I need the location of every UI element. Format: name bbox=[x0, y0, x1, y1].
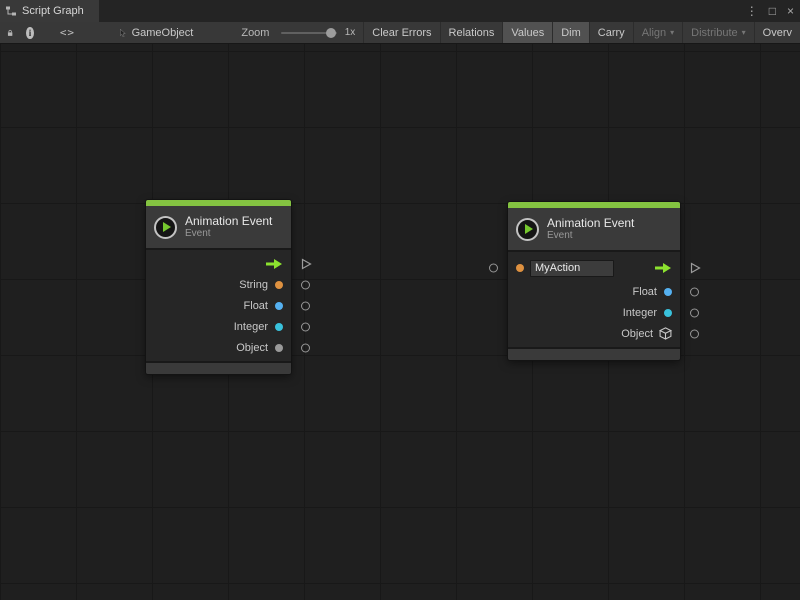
align-button[interactable]: Align ▾ bbox=[633, 22, 682, 44]
relations-button[interactable]: Relations bbox=[440, 22, 503, 44]
integer-output-port[interactable] bbox=[690, 308, 699, 317]
node-footer bbox=[508, 349, 680, 360]
integer-type-dot bbox=[275, 323, 283, 331]
port-label: Integer bbox=[623, 307, 657, 319]
zoom-slider-knob[interactable] bbox=[326, 28, 336, 38]
flow-port-triangle-icon bbox=[690, 262, 701, 274]
gameobject-reference[interactable]: GameObject bbox=[132, 27, 194, 39]
flow-arrow-icon bbox=[654, 262, 672, 274]
button-label: Values bbox=[511, 27, 544, 39]
play-triangle bbox=[163, 222, 171, 232]
node-animation-event-1[interactable]: Animation Event Event String bbox=[146, 200, 291, 374]
node-subtitle: Event bbox=[547, 230, 634, 242]
node-footer bbox=[146, 363, 291, 374]
output-row-object: Object bbox=[508, 323, 680, 344]
window-controls: ⋮ □ × bbox=[746, 0, 794, 22]
values-button[interactable]: Values bbox=[502, 22, 552, 44]
integer-type-dot bbox=[664, 309, 672, 317]
play-triangle bbox=[525, 224, 533, 234]
script-graph-icon bbox=[5, 5, 17, 17]
zoom-value: 1x bbox=[345, 27, 356, 38]
node-title: Animation Event bbox=[185, 214, 272, 228]
button-label: Carry bbox=[598, 27, 625, 39]
port-label: Object bbox=[236, 342, 268, 354]
string-output-port[interactable] bbox=[301, 280, 310, 289]
button-label: Dim bbox=[561, 27, 581, 39]
flow-port-triangle-icon bbox=[301, 258, 312, 270]
distribute-button[interactable]: Distribute ▾ bbox=[682, 22, 753, 44]
window-titlebar: Script Graph ⋮ □ × bbox=[0, 0, 800, 22]
node-titles: Animation Event Event bbox=[185, 214, 272, 240]
event-play-icon bbox=[516, 218, 539, 241]
flow-output-port[interactable] bbox=[690, 262, 701, 274]
graph-canvas[interactable]: Animation Event Event String bbox=[0, 44, 800, 600]
float-type-dot bbox=[275, 302, 283, 310]
kebab-menu-icon[interactable]: ⋮ bbox=[746, 0, 758, 22]
zoom-label: Zoom bbox=[241, 27, 269, 39]
tab-title: Script Graph bbox=[22, 5, 84, 17]
event-play-icon bbox=[154, 216, 177, 239]
node-subtitle: Event bbox=[185, 228, 272, 240]
action-name-input[interactable] bbox=[530, 260, 614, 277]
chevron-down-icon: ▾ bbox=[670, 28, 674, 37]
button-label: Overv bbox=[763, 27, 792, 39]
float-type-dot bbox=[664, 288, 672, 296]
info-icon[interactable]: i bbox=[26, 27, 34, 39]
lock-icon[interactable] bbox=[7, 27, 13, 39]
port-label: Float bbox=[244, 300, 268, 312]
carry-button[interactable]: Carry bbox=[589, 22, 633, 44]
node-header: Animation Event Event bbox=[508, 208, 680, 250]
zoom-slider[interactable] bbox=[281, 32, 336, 34]
output-row-float: Float bbox=[508, 281, 680, 302]
object-output-port[interactable] bbox=[301, 343, 310, 352]
float-output-port[interactable] bbox=[301, 301, 310, 310]
output-row-integer: Integer bbox=[508, 302, 680, 323]
toolbar-buttons: Clear Errors Relations Values Dim Carry … bbox=[363, 22, 800, 44]
string-input-port[interactable] bbox=[489, 264, 498, 273]
dim-button[interactable]: Dim bbox=[552, 22, 589, 44]
button-label: Align bbox=[642, 27, 666, 39]
gameobject-cursor-icon bbox=[119, 26, 127, 40]
port-label: Object bbox=[621, 328, 653, 340]
maximize-icon[interactable]: □ bbox=[769, 0, 776, 22]
flow-arrow-icon bbox=[265, 258, 283, 270]
chevron-down-icon: ▾ bbox=[742, 28, 746, 37]
output-row-string: String bbox=[146, 274, 291, 295]
clear-errors-button[interactable]: Clear Errors bbox=[363, 22, 439, 44]
overview-button[interactable]: Overv bbox=[754, 22, 800, 44]
port-label: Float bbox=[633, 286, 657, 298]
button-label: Distribute bbox=[691, 27, 737, 39]
flow-output-row bbox=[146, 253, 291, 274]
string-type-dot bbox=[275, 281, 283, 289]
graph-toolbar: i <> GameObject Zoom 1x Clear Errors Rel… bbox=[0, 22, 800, 44]
button-label: Relations bbox=[449, 27, 495, 39]
output-row-float: Float bbox=[146, 295, 291, 316]
node-header: Animation Event Event bbox=[146, 206, 291, 248]
button-label: Clear Errors bbox=[372, 27, 431, 39]
node-title: Animation Event bbox=[547, 216, 634, 230]
flow-output-port[interactable] bbox=[301, 258, 312, 270]
integer-output-port[interactable] bbox=[301, 322, 310, 331]
output-row-object: Object bbox=[146, 337, 291, 358]
node-titles: Animation Event Event bbox=[547, 216, 634, 242]
code-view-icon[interactable]: <> bbox=[60, 26, 75, 39]
port-label: String bbox=[239, 279, 268, 291]
string-type-dot bbox=[516, 264, 524, 272]
port-label: Integer bbox=[234, 321, 268, 333]
object-type-dot bbox=[275, 344, 283, 352]
node-animation-event-2[interactable]: Animation Event Event Float bbox=[508, 202, 680, 360]
object-cube-icon bbox=[659, 327, 672, 340]
output-row-integer: Integer bbox=[146, 316, 291, 337]
node-body: Float Integer Object bbox=[508, 250, 680, 349]
action-name-row bbox=[508, 255, 680, 281]
node-body: String Float Integer Object bbox=[146, 248, 291, 363]
tab-script-graph[interactable]: Script Graph bbox=[0, 0, 99, 22]
close-icon[interactable]: × bbox=[787, 0, 794, 22]
object-output-port[interactable] bbox=[690, 329, 699, 338]
float-output-port[interactable] bbox=[690, 287, 699, 296]
